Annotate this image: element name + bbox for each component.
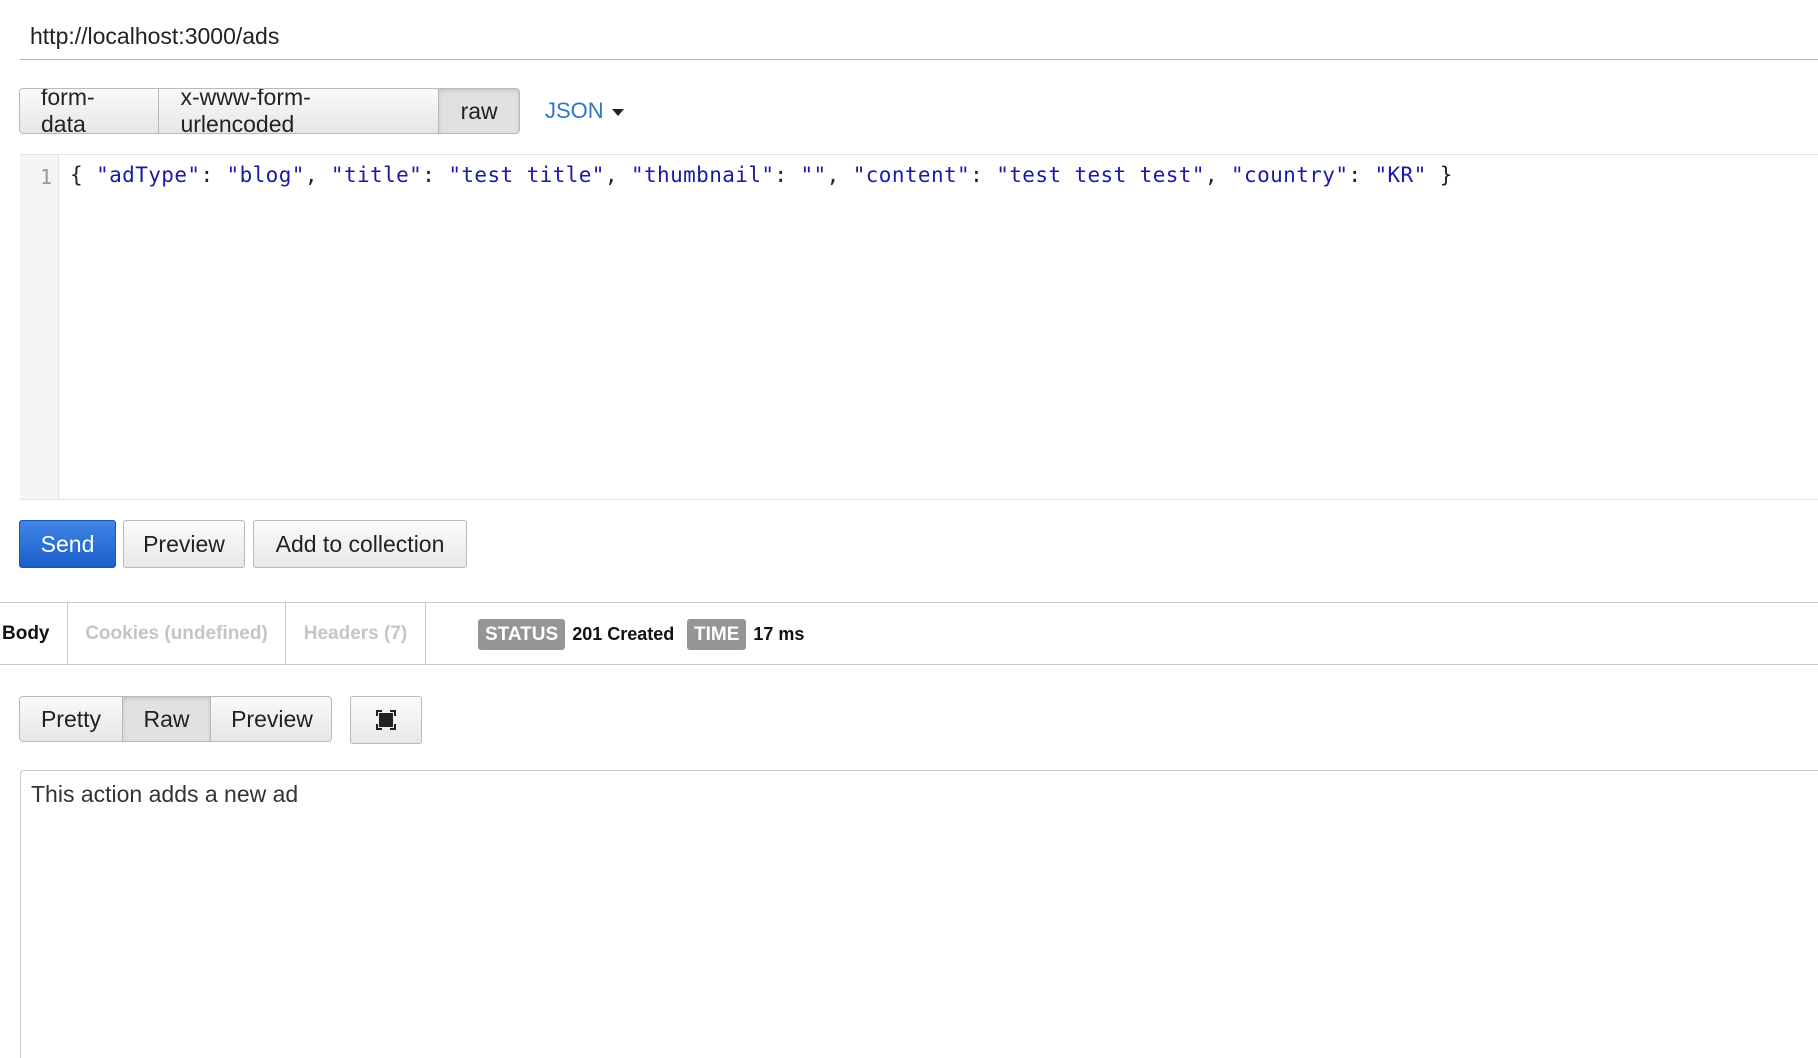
raw-body-editor[interactable]: 1 { "adType": "blog", "title": "test tit… [20, 154, 1818, 500]
tab-body[interactable]: Body [0, 603, 68, 665]
line-number: 1 [39, 165, 52, 189]
json-key: "content" [852, 163, 971, 187]
time-badge: TIME [687, 619, 747, 650]
json-value: "test test test" [996, 163, 1205, 187]
json-key: "title" [330, 163, 423, 187]
status-badge: STATUS [478, 619, 566, 650]
view-mode-pretty[interactable]: Pretty [20, 697, 123, 741]
caret-down-icon [611, 108, 624, 116]
body-mode-urlencoded[interactable]: x-www-form-urlencoded [159, 89, 440, 133]
code-line: { "adType": "blog", "title": "test title… [70, 163, 1453, 187]
code-open-brace: { [70, 163, 97, 187]
json-key: "thumbnail" [630, 163, 775, 187]
fullscreen-button[interactable] [350, 696, 422, 744]
fullscreen-icon [376, 710, 396, 730]
code-close-brace: } [1426, 163, 1453, 187]
json-value: "test title" [448, 163, 605, 187]
json-key: "adType" [96, 163, 201, 187]
url-input[interactable] [20, 14, 1818, 60]
editor-gutter: 1 [20, 155, 59, 499]
add-to-collection-button[interactable]: Add to collection [253, 520, 467, 568]
json-key: "country" [1230, 163, 1349, 187]
view-mode-raw[interactable]: Raw [123, 697, 211, 741]
json-value: "blog" [226, 163, 305, 187]
json-value: "KR" [1374, 163, 1427, 187]
response-tab-bar: Body Cookies (undefined) Headers (7) STA… [0, 602, 1818, 665]
response-body[interactable]: This action adds a new ad [20, 770, 1818, 1058]
status-indicator: STATUS 201 Created [478, 619, 674, 650]
body-mode-group: form-data x-www-form-urlencoded raw [19, 88, 520, 134]
time-value: 17 ms [753, 624, 805, 644]
json-value: "" [800, 163, 827, 187]
tab-cookies[interactable]: Cookies (undefined) [68, 603, 286, 665]
view-mode-preview[interactable]: Preview [211, 697, 331, 741]
format-dropdown[interactable]: JSON [545, 98, 624, 124]
tab-headers[interactable]: Headers (7) [286, 603, 426, 665]
body-mode-form-data[interactable]: form-data [20, 89, 160, 133]
send-button[interactable]: Send [19, 520, 116, 568]
format-dropdown-label: JSON [545, 98, 604, 123]
status-value: 201 Created [572, 624, 675, 644]
time-indicator: TIME 17 ms [687, 619, 804, 650]
response-body-text: This action adds a new ad [31, 781, 299, 807]
view-mode-group: Pretty Raw Preview [19, 696, 332, 742]
body-mode-raw[interactable]: raw [439, 89, 519, 133]
preview-button[interactable]: Preview [123, 520, 245, 568]
